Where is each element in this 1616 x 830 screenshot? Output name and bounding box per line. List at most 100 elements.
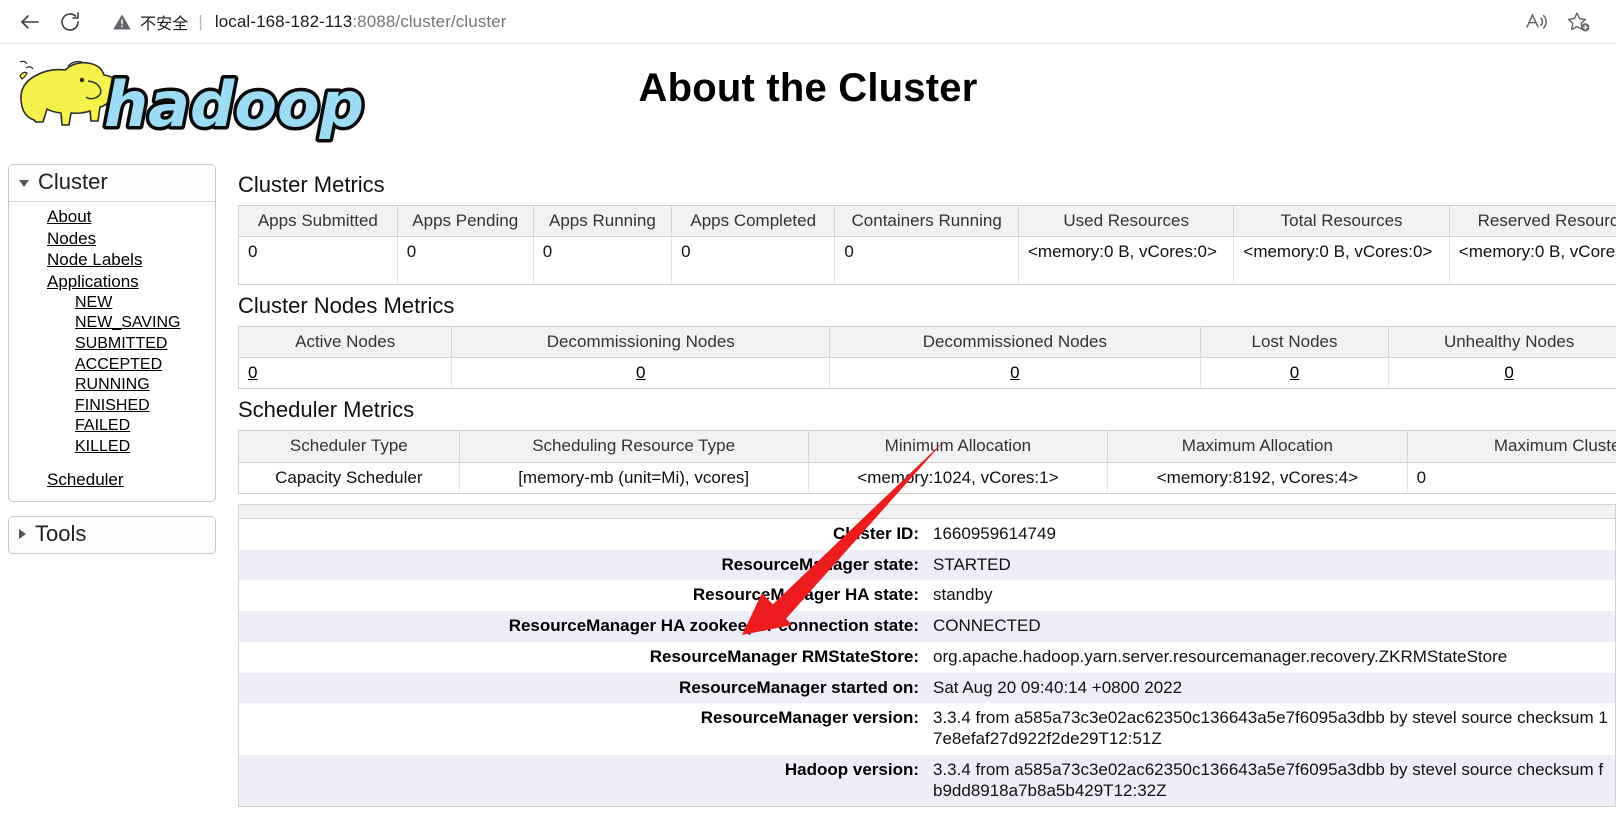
sidebar-cluster-items: About Nodes Node Labels Applications NEW…	[9, 202, 215, 501]
page-body: hadoop hadoop About the Cluster Cluster …	[0, 44, 1616, 830]
value-cluster-id: 1660959614749	[927, 518, 1616, 550]
table-row: ResourceManager HA state: standby	[238, 580, 1616, 612]
col-minimum-allocation: Minimum Allocation	[808, 430, 1109, 463]
lost-nodes-link[interactable]: 0	[1290, 363, 1299, 382]
cell-scheduler-type: Capacity Scheduler	[238, 462, 460, 494]
table-row: Capacity Scheduler [memory-mb (unit=Mi),…	[238, 462, 1616, 494]
sidebar-item-node-labels[interactable]: Node Labels	[9, 249, 215, 271]
label-rm-statestore: ResourceManager RMStateStore:	[238, 641, 927, 673]
not-secure-warning-icon	[112, 12, 132, 32]
label-rm-ha-zookeeper-connection-state: ResourceManager HA zookeeper connection …	[238, 611, 927, 642]
table-row: ResourceManager HA zookeeper connection …	[238, 611, 1616, 642]
sidebar-item-nodes[interactable]: Nodes	[9, 228, 215, 250]
cluster-nodes-metrics-table: Active Nodes Decommissioning Nodes Decom…	[238, 326, 1616, 390]
col-scheduler-type: Scheduler Type	[238, 430, 460, 463]
back-button[interactable]	[10, 4, 50, 40]
cell-reserved-resources: <memory:0 B, vCores:0>	[1449, 236, 1616, 285]
unhealthy-nodes-link[interactable]: 0	[1504, 363, 1513, 382]
table-row: ResourceManager started on: Sat Aug 20 0…	[238, 672, 1616, 704]
page-title: About the Cluster	[638, 66, 978, 110]
value-rm-state: STARTED	[927, 549, 1616, 581]
value-rm-ha-state: standby	[927, 580, 1616, 612]
col-apps-completed: Apps Completed	[671, 205, 836, 238]
col-used-resources: Used Resources	[1018, 205, 1235, 238]
label-rm-ha-state: ResourceManager HA state:	[238, 580, 927, 612]
address-bar[interactable]: 不安全 | local-168-182-113:8088/cluster/clu…	[98, 4, 1516, 40]
table-row: Hadoop version: 3.3.4 from a585a73c3e02a…	[238, 754, 1616, 807]
sidebar-item-about[interactable]: About	[9, 206, 215, 228]
sidebar-item-app-new-saving[interactable]: NEW_SAVING	[9, 313, 215, 334]
cell-decommissioning-nodes: 0	[451, 357, 831, 389]
col-lost-nodes: Lost Nodes	[1200, 326, 1390, 359]
page-header: hadoop hadoop About the Cluster	[0, 44, 1616, 156]
table-row: 0 0 0 0 0 <memory:0 B, vCores:0> <memory…	[238, 236, 1616, 285]
url-host: local-168-182-113	[214, 12, 353, 31]
table-row: Cluster ID: 1660959614749	[238, 518, 1616, 550]
label-rm-version: ResourceManager version:	[238, 703, 927, 755]
cell-scheduling-resource-type: [memory-mb (unit=Mi), vcores]	[459, 462, 809, 494]
cluster-metrics-title: Cluster Metrics	[238, 172, 385, 197]
sidebar-tools-header[interactable]: Tools	[9, 516, 215, 553]
spacer-cell	[238, 504, 1616, 519]
cell-total-resources: <memory:0 B, vCores:0>	[1233, 236, 1450, 285]
active-nodes-link[interactable]: 0	[248, 363, 257, 382]
sidebar-tools-label: Tools	[35, 520, 87, 546]
table-row: ResourceManager RMStateStore: org.apache…	[238, 641, 1616, 673]
col-decommissioned-nodes: Decommissioned Nodes	[829, 326, 1201, 359]
table-header-row: Apps Submitted Apps Pending Apps Running…	[238, 205, 1616, 238]
label-hadoop-version: Hadoop version:	[238, 754, 927, 807]
cell-apps-pending: 0	[397, 236, 534, 285]
value-rm-version: 3.3.4 from a585a73c3e02ac62350c136643a5e…	[927, 703, 1616, 755]
about-cluster-info-table: Cluster ID: 1660959614749 ResourceManage…	[238, 503, 1616, 808]
chevron-down-icon	[19, 180, 29, 187]
sidebar-item-applications[interactable]: Applications	[9, 271, 215, 293]
cell-apps-running: 0	[533, 236, 673, 285]
chevron-right-icon	[19, 529, 26, 540]
cell-used-resources: <memory:0 B, vCores:0>	[1018, 236, 1235, 285]
label-rm-started-on: ResourceManager started on:	[238, 672, 927, 704]
sidebar-item-app-failed[interactable]: FAILED	[9, 416, 215, 437]
table-row: ResourceManager version: 3.3.4 from a585…	[238, 703, 1616, 755]
value-rm-statestore: org.apache.hadoop.yarn.server.resourcema…	[927, 641, 1616, 673]
cell-decommissioned-nodes: 0	[829, 357, 1201, 389]
col-reserved-resources: Reserved Resources	[1449, 205, 1616, 238]
url-path: :8088/cluster/cluster	[352, 12, 507, 31]
sidebar-item-scheduler[interactable]: Scheduler	[9, 469, 215, 491]
table-spacer-row	[238, 504, 1616, 519]
col-unhealthy-nodes: Unhealthy Nodes	[1388, 326, 1616, 359]
sidebar-item-app-submitted[interactable]: SUBMITTED	[9, 334, 215, 355]
toolbar-actions	[1516, 4, 1606, 40]
sidebar-item-app-new[interactable]: NEW	[9, 293, 215, 314]
add-to-favorites-icon[interactable]	[1558, 4, 1600, 40]
decommissioning-nodes-link[interactable]: 0	[636, 363, 645, 382]
table-row: ResourceManager state: STARTED	[238, 549, 1616, 581]
sidebar-item-app-killed[interactable]: KILLED	[9, 437, 215, 458]
cluster-metrics-table: Apps Submitted Apps Pending Apps Running…	[238, 205, 1616, 286]
col-scheduling-resource-type: Scheduling Resource Type	[459, 430, 809, 463]
col-apps-running: Apps Running	[533, 205, 673, 238]
sidebar-item-app-accepted[interactable]: ACCEPTED	[9, 355, 215, 376]
cell-lost-nodes: 0	[1200, 357, 1390, 389]
sidebar-item-app-running[interactable]: RUNNING	[9, 375, 215, 396]
decommissioned-nodes-link[interactable]: 0	[1010, 363, 1019, 382]
browser-toolbar: 不安全 | local-168-182-113:8088/cluster/clu…	[0, 0, 1616, 44]
table-header-row: Scheduler Type Scheduling Resource Type …	[238, 430, 1616, 463]
reload-button[interactable]	[50, 4, 90, 40]
cell-apps-completed: 0	[671, 236, 836, 285]
col-max-cluster-app-priority: Maximum Cluster Application Priority	[1407, 430, 1616, 463]
read-aloud-icon[interactable]	[1516, 4, 1558, 40]
sidebar-item-app-finished[interactable]: FINISHED	[9, 396, 215, 417]
omnibox-separator: |	[198, 12, 203, 31]
cell-apps-submitted: 0	[238, 236, 398, 285]
cell-unhealthy-nodes: 0	[1388, 357, 1616, 389]
cell-active-nodes: 0	[238, 357, 453, 389]
sidebar-cluster-header[interactable]: Cluster	[9, 165, 215, 202]
col-apps-submitted: Apps Submitted	[238, 205, 398, 238]
col-apps-pending: Apps Pending	[397, 205, 534, 238]
value-hadoop-version: 3.3.4 from a585a73c3e02ac62350c136643a5e…	[927, 754, 1616, 807]
sidebar-section-cluster: Cluster About Nodes Node Labels Applicat…	[8, 164, 216, 502]
cell-maximum-allocation: <memory:8192, vCores:4>	[1107, 462, 1408, 494]
table-row: 0 0 0 0 0 0	[238, 357, 1616, 389]
value-rm-started-on: Sat Aug 20 09:40:14 +0800 2022	[927, 672, 1616, 704]
main-content: Cluster Metrics Apps Submitted Apps Pend…	[238, 164, 1616, 830]
